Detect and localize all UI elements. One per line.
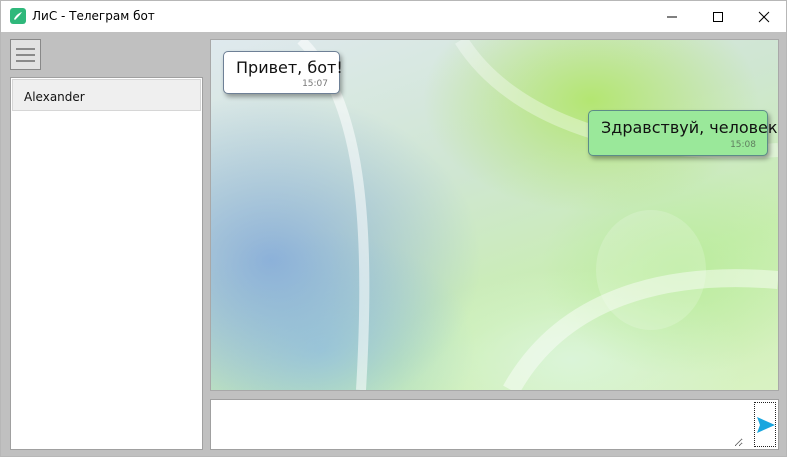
minimize-icon bbox=[667, 16, 677, 18]
message-input[interactable] bbox=[213, 402, 743, 447]
minimize-button[interactable] bbox=[649, 1, 695, 32]
maximize-button[interactable] bbox=[695, 1, 741, 32]
message-time: 15:07 bbox=[302, 79, 328, 89]
contact-name: Alexander bbox=[24, 90, 85, 104]
app-logo-icon bbox=[10, 8, 26, 24]
close-icon bbox=[758, 11, 770, 23]
close-button[interactable] bbox=[741, 1, 787, 32]
contact-list: Alexander bbox=[10, 77, 203, 450]
message-text: Привет, бот! bbox=[236, 58, 343, 77]
message-time: 15:08 bbox=[730, 140, 756, 150]
composer bbox=[210, 399, 779, 450]
chat-history: Привет, бот! 15:07 Здравствуй, человек! … bbox=[210, 39, 779, 391]
menu-button[interactable] bbox=[10, 39, 41, 70]
message-bubble-outgoing: Здравствуй, человек! 15:08 bbox=[588, 110, 778, 156]
send-button[interactable] bbox=[754, 402, 776, 447]
window-title: ЛиС - Телеграм бот bbox=[32, 9, 155, 23]
contact-item[interactable]: Alexander bbox=[12, 79, 201, 111]
message-bubble-incoming: Привет, бот! 15:07 bbox=[223, 51, 343, 94]
send-arrow-icon bbox=[757, 417, 775, 433]
message-text: Здравствуй, человек! bbox=[601, 118, 779, 137]
app-window: ЛиС - Телеграм бот Alexander Привет, бот… bbox=[0, 0, 787, 457]
maximize-icon bbox=[713, 12, 723, 22]
title-bar[interactable]: ЛиС - Телеграм бот bbox=[1, 1, 786, 32]
